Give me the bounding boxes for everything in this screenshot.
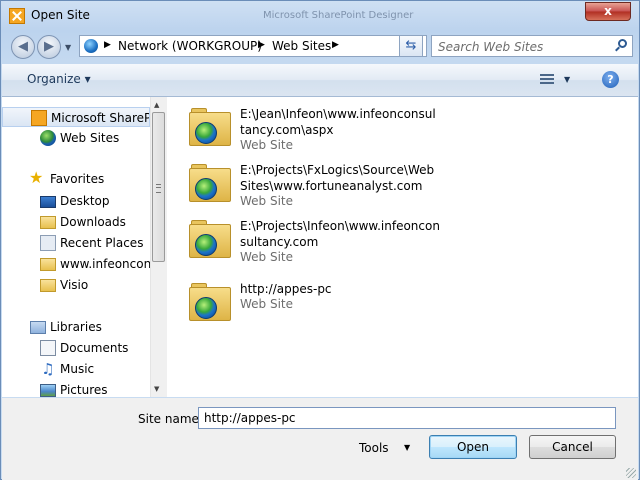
nav-item-web-sites[interactable]: Web Sites xyxy=(2,128,150,148)
change-view-icon[interactable] xyxy=(540,73,554,87)
nav-item-desktop[interactable]: Desktop xyxy=(2,191,150,211)
refresh-icon: ⇆ xyxy=(405,38,417,53)
site-name-field[interactable] xyxy=(198,407,616,429)
nav-item-recent-places[interactable]: Recent Places xyxy=(2,233,150,253)
site-list-item[interactable]: E:\Projects\FxLogics\Source\WebSites\www… xyxy=(187,162,447,208)
nav-item-label: Music xyxy=(60,362,95,376)
site-list: E:\Jean\Infeon\www.infeonconsultancy.com… xyxy=(167,97,638,397)
nav-item-documents[interactable]: Documents xyxy=(2,338,150,358)
folder-icon xyxy=(40,258,56,271)
pictures-icon xyxy=(40,384,56,397)
nav-item-visio[interactable]: Visio xyxy=(2,275,150,295)
breadcrumb-web-sites[interactable]: Web Sites xyxy=(272,39,331,53)
web-site-folder-icon xyxy=(187,220,233,260)
organize-menu-button[interactable]: Organize ▾ xyxy=(27,72,91,86)
site-type: Web Site xyxy=(240,194,294,208)
star-icon: ★ xyxy=(29,169,44,187)
site-path: E:\Projects\Infeon\www.infeonconsultancy… xyxy=(240,219,440,249)
globe-icon xyxy=(40,130,56,146)
site-list-item[interactable]: E:\Jean\Infeon\www.infeonconsultancy.com… xyxy=(187,106,447,152)
site-type: Web Site xyxy=(240,297,294,311)
navigation-scrollbar[interactable]: ▲ ▼ xyxy=(150,97,167,397)
site-list-item[interactable]: http://appes-pc Web Site xyxy=(187,281,447,325)
nav-item-label: Downloads xyxy=(60,215,126,229)
title-bar[interactable]: Open Site Microsoft SharePoint Designer … xyxy=(1,1,639,31)
dialog-footer: Site name: Tools ▼ Open Cancel xyxy=(2,398,638,480)
nav-item-microsoft-sharepoint[interactable]: Microsoft SharePoint xyxy=(2,107,150,127)
address-bar[interactable]: ▶ Network (WORKGROUP) ▶ Web Sites ▶ xyxy=(79,35,427,57)
nav-item-libraries[interactable]: Libraries xyxy=(2,317,150,337)
breadcrumb-separator-icon[interactable]: ▶ xyxy=(258,40,265,50)
nav-item-label: Microsoft SharePoint xyxy=(51,111,149,125)
downloads-icon xyxy=(40,216,56,229)
recent-places-icon xyxy=(40,235,56,251)
web-site-folder-icon xyxy=(187,283,233,323)
search-box[interactable]: Search Web Sites xyxy=(431,35,633,57)
help-icon[interactable]: ? xyxy=(602,71,619,88)
breadcrumb-separator-icon[interactable]: ▶ xyxy=(104,40,111,50)
site-list-item[interactable]: E:\Projects\Infeon\www.infeonconsultancy… xyxy=(187,218,447,264)
recent-pages-dropdown[interactable]: ▼ xyxy=(65,43,71,52)
command-toolbar: Organize ▾ ▼ ? xyxy=(2,64,638,97)
tools-dropdown-arrow-icon[interactable]: ▼ xyxy=(404,443,410,452)
scroll-down-arrow-icon[interactable]: ▼ xyxy=(154,385,159,393)
web-site-folder-icon xyxy=(187,164,233,204)
nav-item-pictures[interactable]: Pictures xyxy=(2,380,150,400)
documents-icon xyxy=(40,340,56,356)
nav-item-label: Web Sites xyxy=(60,131,120,145)
nav-item-label: Visio xyxy=(60,278,89,292)
nav-item-label: Documents xyxy=(60,341,129,355)
libraries-icon xyxy=(30,321,46,334)
network-globe-icon xyxy=(84,39,98,53)
navigation-bar: ◀ ▶ ▼ ▶ Network (WORKGROUP) ▶ Web Sites … xyxy=(1,31,639,63)
open-site-dialog: Open Site Microsoft SharePoint Designer … xyxy=(0,0,640,480)
nav-item-downloads[interactable]: Downloads xyxy=(2,212,150,232)
back-button[interactable]: ◀ xyxy=(11,35,35,59)
search-icon[interactable] xyxy=(618,39,627,48)
desktop-icon xyxy=(40,196,56,208)
arrow-right-icon: ▶ xyxy=(44,39,54,54)
search-input[interactable]: Search Web Sites xyxy=(438,40,543,54)
arrow-left-icon: ◀ xyxy=(18,39,28,54)
background-window-title: Microsoft SharePoint Designer xyxy=(263,10,414,21)
navigation-pane: Microsoft SharePoint Web Sites ★ Favorit… xyxy=(2,97,150,397)
scrollbar-thumb[interactable] xyxy=(152,112,165,262)
site-name-label: Site name: xyxy=(138,412,203,426)
sharepoint-icon xyxy=(31,110,47,126)
scrollbar-grip-icon xyxy=(156,184,161,193)
breadcrumb-separator-icon[interactable]: ▶ xyxy=(332,40,339,50)
forward-button[interactable]: ▶ xyxy=(37,35,61,59)
scroll-up-arrow-icon[interactable]: ▲ xyxy=(154,101,159,109)
nav-item-music[interactable]: ♫ Music xyxy=(2,359,150,379)
close-button[interactable]: x xyxy=(585,2,631,21)
open-button[interactable]: Open xyxy=(429,435,517,459)
refresh-button[interactable]: ⇆ xyxy=(399,35,423,57)
site-path: E:\Projects\FxLogics\Source\WebSites\www… xyxy=(240,163,435,193)
window-title: Open Site xyxy=(31,8,90,22)
nav-item-label: Pictures xyxy=(60,383,108,397)
web-site-folder-icon xyxy=(187,108,233,148)
nav-item-label: Favorites xyxy=(50,172,105,186)
breadcrumb-network[interactable]: Network (WORKGROUP) xyxy=(118,39,262,53)
site-type: Web Site xyxy=(240,138,294,152)
view-options-dropdown[interactable]: ▼ xyxy=(564,75,570,84)
nav-item-label: Libraries xyxy=(50,320,102,334)
nav-item-label: Desktop xyxy=(60,194,110,208)
resize-grip-icon[interactable] xyxy=(626,468,636,478)
site-path: E:\Jean\Infeon\www.infeonconsultancy.com… xyxy=(240,107,436,137)
organize-label: Organize xyxy=(27,72,81,86)
nav-item-www-infeoncons[interactable]: www.infeoncons xyxy=(2,254,150,274)
sharepoint-app-icon xyxy=(9,8,25,24)
site-type: Web Site xyxy=(240,250,294,264)
nav-item-label: www.infeoncons xyxy=(60,257,150,271)
music-icon: ♫ xyxy=(41,360,55,378)
nav-item-favorites[interactable]: ★ Favorites xyxy=(2,169,150,189)
cancel-button[interactable]: Cancel xyxy=(529,435,616,459)
site-path: http://appes-pc xyxy=(240,282,332,296)
tools-menu-button[interactable]: Tools xyxy=(359,441,389,455)
folder-icon xyxy=(40,279,56,292)
nav-item-label: Recent Places xyxy=(60,236,144,250)
